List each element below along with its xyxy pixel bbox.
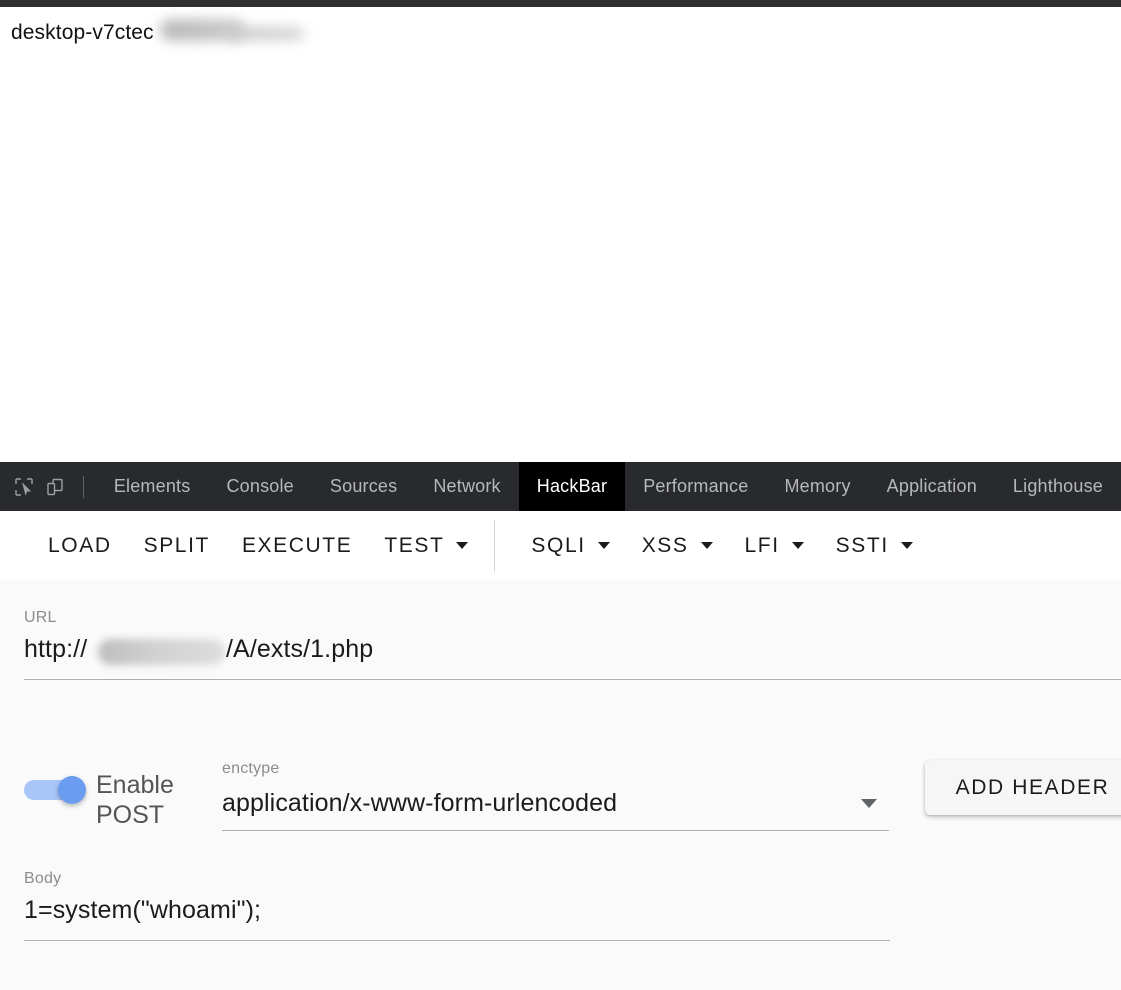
enable-post-toggle[interactable]	[24, 776, 92, 804]
url-field[interactable]: URL http:// /A/exts/1.php	[24, 609, 1121, 680]
body-input[interactable]: 1=system("whoami");	[24, 896, 890, 930]
xss-menu-label: XSS	[641, 533, 689, 557]
chevron-down-icon	[456, 542, 469, 549]
chevron-down-icon	[700, 542, 713, 549]
url-suffix-text: /A/exts/1.php	[226, 635, 374, 663]
url-input[interactable]: http:// /A/exts/1.php	[24, 635, 1121, 669]
devtools-tab-hackbar[interactable]: HackBar	[518, 462, 626, 511]
enctype-underline	[222, 830, 889, 831]
enctype-label: enctype	[222, 760, 280, 777]
devtools-tab-console[interactable]: Console	[208, 462, 311, 511]
hackbar-toolbar: LOAD SPLIT EXECUTE TEST SQLI XSS LFI SST…	[0, 511, 1121, 580]
url-host-redaction	[98, 639, 225, 665]
sqli-menu-button[interactable]: SQLI	[515, 522, 625, 570]
devtools-tabbar: Elements Console Sources Network HackBar…	[0, 462, 1121, 511]
test-menu-button[interactable]: TEST	[368, 522, 484, 570]
toggle-knob	[58, 776, 86, 804]
body-label: Body	[24, 870, 62, 887]
hackbar-panel: URL http:// /A/exts/1.php Enable POST en…	[0, 580, 1121, 990]
lfi-menu-button[interactable]: LFI	[729, 522, 820, 570]
page-viewport: desktop-v7ctec	[0, 7, 1121, 462]
toolbar-group-divider	[494, 519, 496, 572]
split-button[interactable]: SPLIT	[128, 522, 226, 570]
enable-post-label: Enable POST	[96, 771, 174, 829]
url-underline	[24, 679, 1121, 680]
body-field[interactable]: Body 1=system("whoami");	[24, 870, 890, 941]
devtools-tab-sources[interactable]: Sources	[312, 462, 415, 511]
load-button[interactable]: LOAD	[32, 522, 128, 570]
devtools-tab-memory[interactable]: Memory	[766, 462, 868, 511]
device-toolbar-icon[interactable]	[40, 462, 72, 511]
chevron-down-icon	[861, 798, 877, 808]
chevron-down-icon	[900, 542, 913, 549]
url-prefix-text: http://	[24, 635, 88, 663]
browser-top-strip	[0, 0, 1121, 7]
enctype-field[interactable]: enctype application/x-www-form-urlencode…	[222, 760, 889, 831]
sqli-menu-label: SQLI	[531, 533, 586, 557]
enctype-select[interactable]: application/x-www-form-urlencoded	[222, 786, 889, 820]
execute-button[interactable]: EXECUTE	[226, 522, 368, 570]
lfi-menu-label: LFI	[744, 533, 780, 557]
ssti-menu-button[interactable]: SSTI	[820, 522, 929, 570]
url-label: URL	[24, 609, 57, 626]
chevron-down-icon	[791, 542, 804, 549]
devtools-tab-lighthouse[interactable]: Lighthouse	[995, 462, 1121, 511]
body-underline	[24, 940, 890, 941]
inspect-element-icon[interactable]	[8, 462, 40, 511]
test-menu-label: TEST	[384, 533, 445, 557]
chevron-down-icon	[597, 542, 610, 549]
devtools-tab-application[interactable]: Application	[869, 462, 995, 511]
devtools-tab-performance[interactable]: Performance	[625, 462, 766, 511]
enctype-value: application/x-www-form-urlencoded	[222, 788, 618, 817]
page-hostname-text: desktop-v7ctec	[11, 21, 154, 44]
ssti-menu-label: SSTI	[835, 533, 889, 557]
xss-menu-button[interactable]: XSS	[626, 522, 729, 570]
add-header-button[interactable]: ADD HEADER	[925, 760, 1121, 815]
devtools-tab-network[interactable]: Network	[415, 462, 518, 511]
redaction-blur-2	[228, 27, 304, 40]
devtools-icon-divider	[83, 475, 84, 498]
devtools-tab-elements[interactable]: Elements	[96, 462, 209, 511]
